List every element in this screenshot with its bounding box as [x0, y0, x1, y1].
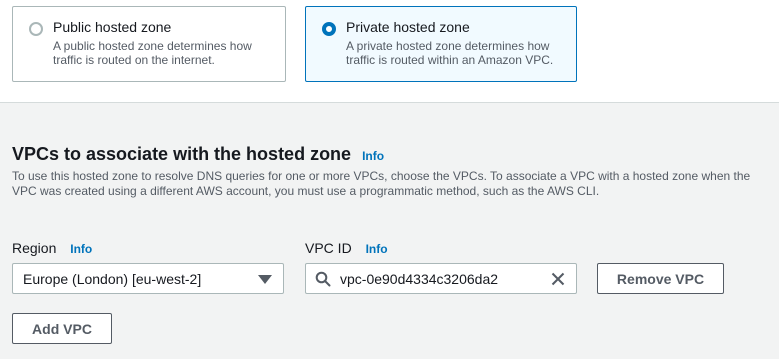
- vpc-id-info-link[interactable]: Info: [366, 242, 388, 256]
- vpc-section-heading: VPCs to associate with the hosted zone I…: [12, 144, 384, 165]
- vpc-section-description: To use this hosted zone to resolve DNS q…: [12, 169, 751, 198]
- private-hosted-zone-option[interactable]: Private hosted zone A private hosted zon…: [305, 6, 577, 82]
- private-zone-description: A private hosted zone determines how tra…: [346, 39, 554, 67]
- public-hosted-zone-option[interactable]: Public hosted zone A public hosted zone …: [12, 6, 286, 82]
- region-label-group: Region Info: [12, 240, 92, 256]
- region-select[interactable]: Europe (London) [eu-west-2]: [12, 263, 284, 294]
- vpc-id-label-group: VPC ID Info: [305, 240, 388, 256]
- vpc-id-search-input[interactable]: vpc-0e90d4334c3206da2: [305, 263, 577, 294]
- remove-vpc-button[interactable]: Remove VPC: [597, 263, 724, 294]
- private-zone-title: Private hosted zone: [346, 19, 470, 35]
- region-select-value: Europe (London) [eu-west-2]: [23, 271, 202, 287]
- close-icon[interactable]: [550, 271, 566, 287]
- add-vpc-button[interactable]: Add VPC: [12, 313, 112, 344]
- vpc-id-value: vpc-0e90d4334c3206da2: [340, 271, 499, 287]
- public-zone-description: A public hosted zone determines how traf…: [53, 39, 252, 67]
- region-info-link[interactable]: Info: [70, 242, 92, 256]
- vpc-section-info-link[interactable]: Info: [362, 149, 384, 163]
- vpc-id-label: VPC ID: [305, 240, 352, 256]
- public-zone-radio[interactable]: [29, 22, 43, 36]
- private-zone-radio[interactable]: [322, 22, 336, 36]
- region-label: Region: [12, 240, 57, 256]
- vpc-section-title: VPCs to associate with the hosted zone: [12, 144, 352, 164]
- search-icon: [315, 271, 331, 287]
- zone-type-panel: Public hosted zone A public hosted zone …: [0, 0, 779, 103]
- public-zone-title: Public hosted zone: [53, 19, 172, 35]
- caret-down-icon: [258, 275, 272, 284]
